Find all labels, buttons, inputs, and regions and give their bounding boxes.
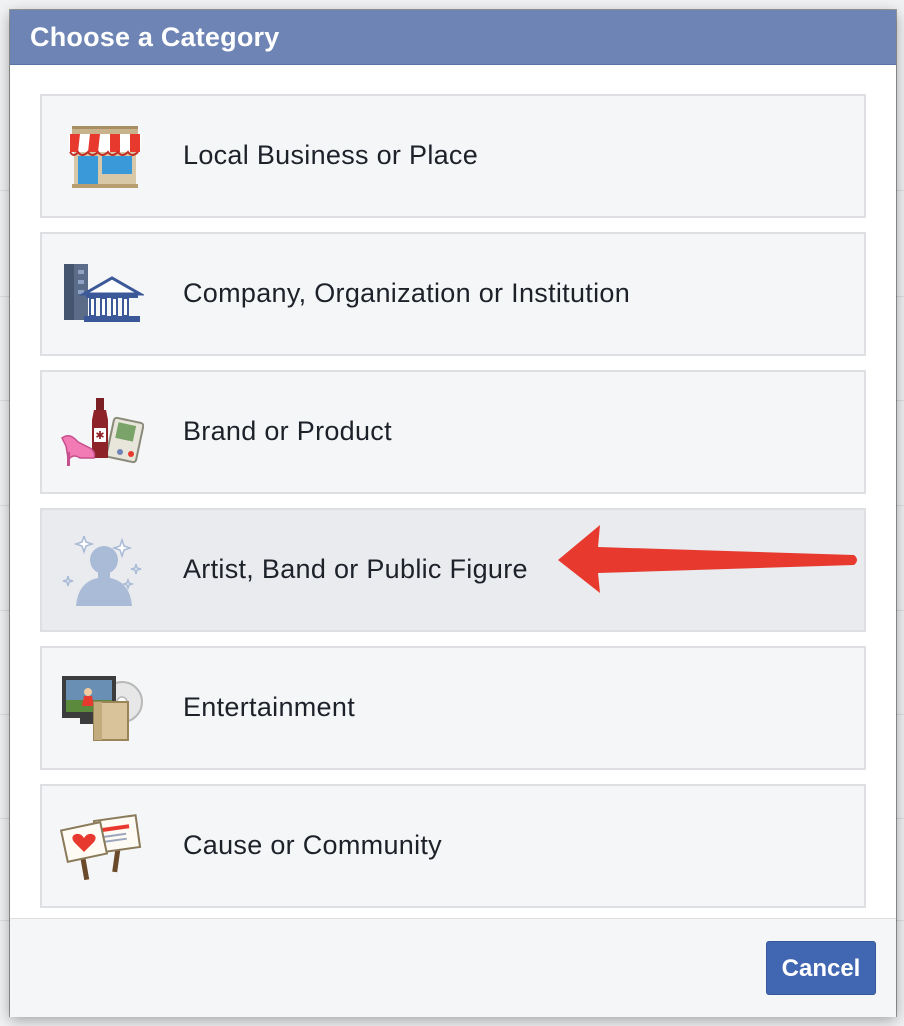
dialog-title: Choose a Category (30, 22, 280, 52)
tv-entertainment-icon (60, 674, 144, 744)
option-label: Company, Organization or Institution (183, 278, 631, 308)
products-icon: ✱ (60, 398, 145, 468)
category-option-entertainment[interactable]: Entertainment (40, 646, 866, 770)
buildings-icon (60, 260, 146, 330)
category-option-artist[interactable]: Artist, Band or Public Figure (40, 508, 866, 632)
protest-signs-icon (59, 812, 144, 882)
svg-text:✱: ✱ (95, 429, 104, 442)
category-option-local-business[interactable]: Local Business or Place (40, 94, 866, 218)
category-option-cause[interactable]: Cause or Community (40, 784, 866, 908)
storefront-icon (60, 122, 144, 192)
choose-category-dialog: Choose a Category Local Business or Plac… (10, 10, 896, 1017)
public-figure-icon (60, 533, 144, 606)
category-options: Local Business or Place Company, Organiz… (40, 94, 866, 922)
option-label: Cause or Community (183, 830, 442, 860)
option-label: Brand or Product (183, 416, 392, 446)
option-label: Entertainment (183, 692, 355, 722)
option-label: Artist, Band or Public Figure (183, 554, 528, 584)
dialog-footer: Cancel (10, 918, 896, 1017)
option-label: Local Business or Place (183, 140, 479, 170)
cancel-button[interactable]: Cancel (766, 941, 876, 995)
category-option-company[interactable]: Company, Organization or Institution (40, 232, 866, 356)
category-option-brand[interactable]: ✱ Brand or Product (40, 370, 866, 494)
dialog-header: Choose a Category (10, 10, 896, 65)
